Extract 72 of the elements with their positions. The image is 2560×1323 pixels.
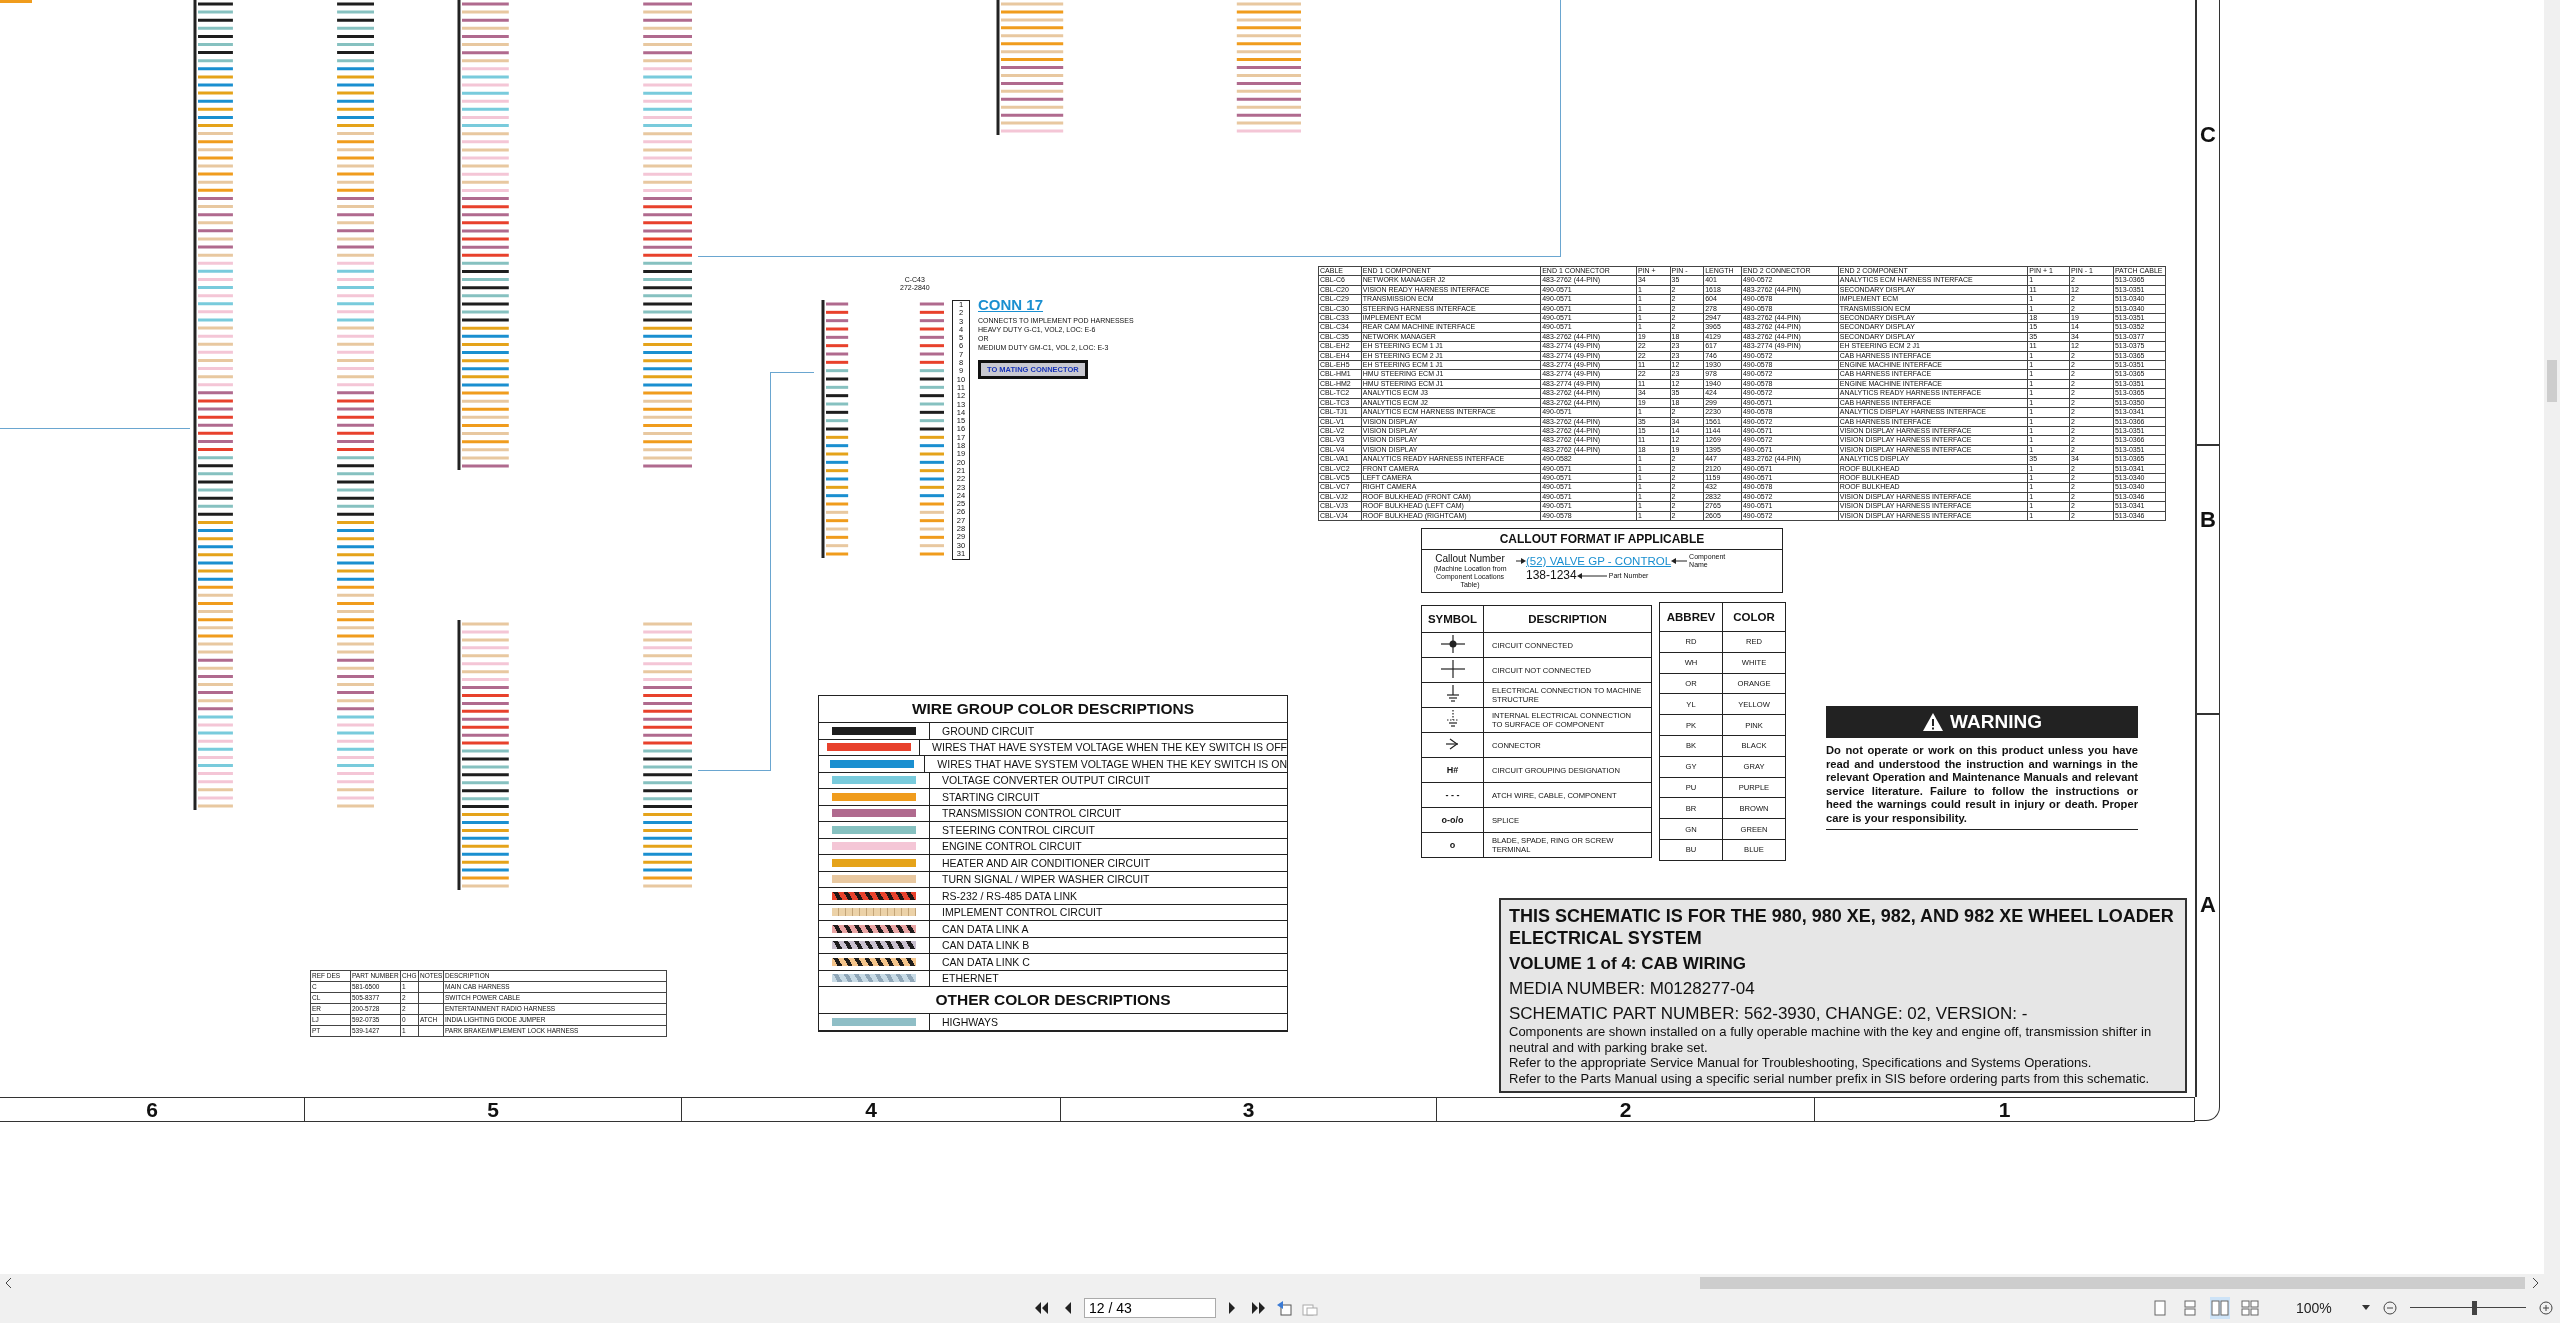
double-triangle-left-icon: [1034, 1300, 1050, 1315]
ground-icon: [1445, 685, 1460, 703]
column-number: 1: [1815, 1098, 2195, 1121]
column-number: 5: [305, 1098, 683, 1121]
wire-group-label: GROUND CIRCUIT: [941, 724, 1035, 737]
leader-line: [1516, 558, 1526, 565]
wire-group-label: CAN DATA LINK C: [941, 955, 1030, 968]
volume-title: VOLUME 1 of 4: CAB WIRING: [1509, 953, 1748, 975]
column-number: 3: [1061, 1098, 1438, 1121]
wire-group-label: CAN DATA LINK B: [941, 939, 1030, 952]
callout-title: CALLOUT FORMAT IF APPLICABLE: [1422, 529, 1782, 550]
row-letter: A: [2199, 892, 2217, 918]
wire-group-title: WIRE GROUP COLOR DESCRIPTIONS: [819, 696, 1287, 723]
symbol-text: - - -: [1445, 789, 1460, 800]
column-header: DESCRIPTION: [1483, 605, 1652, 633]
wire-group-label: STEERING CONTROL CIRCUIT: [941, 823, 1096, 836]
wire-group-label: VOLTAGE CONVERTER OUTPUT CIRCUIT: [941, 774, 1151, 787]
other-colors-title: OTHER COLOR DESCRIPTIONS: [819, 987, 1287, 1014]
schematic-part-number: SCHEMATIC PART NUMBER: 562-3930, CHANGE: 02, VERSION: -: [1509, 1004, 2029, 1024]
leader-line: [1671, 558, 1688, 565]
wire-group-label: TURN SIGNAL / WIPER WASHER CIRCUIT: [941, 873, 1150, 886]
wire-group-label: TRANSMISSION CONTROL CIRCUIT: [941, 807, 1122, 820]
callout-label: Callout Number: [1434, 553, 1506, 565]
wire-group-label: STARTING CIRCUIT: [941, 790, 1040, 803]
wire-group-label: HEATER AND AIR CONDITIONER CIRCUIT: [941, 856, 1151, 869]
schematic-note: Refer to the Parts Manual using a specific serial number prefix in SIS before ordering parts from this schematic.: [1509, 1070, 2151, 1086]
symbol-text: H#: [1446, 764, 1459, 775]
scroll-left-icon[interactable]: [4, 1277, 14, 1289]
schematic-note: Components are shown installed on a fully operable machine with the key and engine off, transmission shifter in neutral and with parking brake set.: [1509, 1024, 2153, 1055]
leader-line: [1576, 573, 1607, 579]
warning-title: WARNING: [1950, 711, 2042, 733]
symbol-text: o-o/o: [1441, 814, 1464, 825]
vertical-scrollbar[interactable]: [2544, 0, 2560, 1274]
zoom-level[interactable]: 100%: [2296, 1299, 2332, 1316]
connector-title-link[interactable]: CONN 17: [978, 296, 1044, 313]
column-header: COLOR: [1722, 602, 1786, 632]
column-number: 2: [1437, 1098, 1816, 1121]
double-triangle-right-icon: [1250, 1300, 1266, 1315]
column-number: 6: [0, 1098, 306, 1121]
dotted-ground-icon: [1445, 710, 1460, 728]
scroll-right-icon[interactable]: [2530, 1277, 2540, 1289]
junction-dot-icon: [1440, 635, 1465, 653]
wire-group-label: HIGHWAYS: [941, 1015, 998, 1028]
crossing-lines-icon: [1440, 660, 1465, 678]
caret-icon[interactable]: [2361, 1304, 2370, 1311]
row-letter: C: [2199, 122, 2217, 148]
warning-text: Do not operate or work on this product unless you have read and understood the instruction and warnings in the relevant Operation and Maintenance Manuals and relevant service literature. Failure to follow the instructions or heed the warnings could result in injury or death. Proper care is your responsibility.: [1826, 744, 2138, 830]
column-header: ABBREV: [1659, 602, 1723, 632]
symbol-text: o: [1449, 839, 1456, 850]
page-number-field[interactable]: 12 / 43: [1084, 1297, 1216, 1318]
column-number: 4: [682, 1098, 1062, 1121]
column-header: SYMBOL: [1421, 605, 1484, 633]
row-letter: B: [2199, 507, 2217, 533]
wire-group-label: ENGINE CONTROL CIRCUIT: [941, 840, 1082, 853]
schematic-note: Refer to the appropriate Service Manual for Troubleshooting, Specifications and Systems Operations.: [1509, 1055, 2093, 1071]
triangle-right-icon: [1227, 1300, 1237, 1315]
horizontal-scrollbar[interactable]: [0, 1274, 2560, 1292]
wire-group-label: IMPLEMENT CONTROL CIRCUIT: [941, 906, 1103, 919]
component-link[interactable]: (52) VALVE GP - CONTROL: [1526, 555, 1672, 568]
part-number: 138-1234: [1526, 569, 1577, 583]
media-number: MEDIA NUMBER: M0128277-04: [1509, 978, 1756, 1000]
wire-group-label: WIRES THAT HAVE SYSTEM VOLTAGE WHEN THE KEY SWITCH IS ON: [936, 757, 1287, 770]
wire-group-label: ETHERNET: [941, 972, 999, 985]
wire-group-label: WIRES THAT HAVE SYSTEM VOLTAGE WHEN THE KEY SWITCH IS OFF: [931, 741, 1287, 754]
two-page-view-button[interactable]: [2210, 1296, 2230, 1319]
triangle-left-icon: [1063, 1300, 1073, 1315]
page-marker: [0, 0, 32, 3]
warning-icon: [1922, 712, 1945, 732]
wire-group-label: CAN DATA LINK A: [941, 922, 1029, 935]
schematic-heading: THIS SCHEMATIC IS FOR THE 980, 980 XE, 982, AND 982 XE WHEEL LOADER ELECTRICAL SYSTEM: [1509, 905, 2175, 949]
connector-arrow-icon: [1445, 738, 1460, 750]
wire-group-label: RS-232 / RS-485 DATA LINK: [941, 889, 1077, 902]
